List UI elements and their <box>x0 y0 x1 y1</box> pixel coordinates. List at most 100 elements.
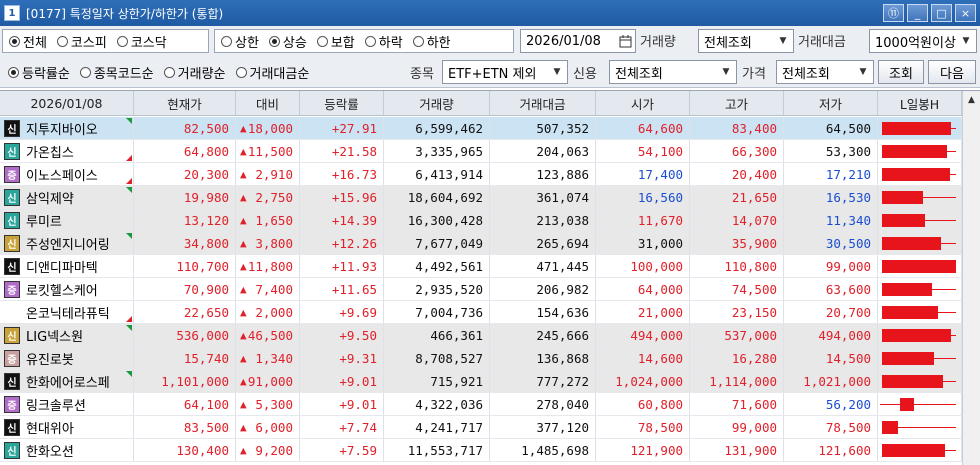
table-row[interactable]: 신 한화에어로스페 1,101,000 ▲ 91,000 +9.01 715,921 777,… <box>0 370 962 393</box>
stock-name-cell[interactable]: 온코닉테라퓨틱 <box>0 301 134 323</box>
credit-select[interactable]: 전체조회 ▼ <box>609 60 737 84</box>
daily-range-cell <box>878 209 962 231</box>
stock-name-cell[interactable]: 신 루미르 <box>0 209 134 231</box>
volume-select[interactable]: 전체조회 ▼ <box>698 29 794 53</box>
stock-name-cell[interactable]: 신 디앤디파마텍 <box>0 255 134 277</box>
column-header-1[interactable]: 현재가 <box>134 91 236 115</box>
stock-name-cell[interactable]: 증 로킷헬스케어 <box>0 278 134 300</box>
stock-name-cell[interactable]: 신 한화에어로스페 <box>0 370 134 392</box>
table-row[interactable]: 신 LIG넥스원 536,000 ▲ 46,500 +9.50 466,361 245,666… <box>0 324 962 347</box>
table-row[interactable]: 신 디앤디파마텍 110,700 ▲ 11,800 +11.93 4,492,561 471,… <box>0 255 962 278</box>
market-radio-2[interactable]: 코스닥 <box>116 32 167 51</box>
table-row[interactable]: 신 주성엔지니어링 34,800 ▲ 3,800 +12.26 7,677,049 265,6… <box>0 232 962 255</box>
column-header-8[interactable]: 저가 <box>784 91 878 115</box>
table-row[interactable]: 신 현대위아 83,500 ▲ 6,000 +7.74 4,241,717 377,120 78… <box>0 416 962 439</box>
radio-dot-icon[interactable] <box>268 35 280 47</box>
radio-dot-icon[interactable] <box>221 35 232 47</box>
stock-name-cell[interactable]: 증 유진로봇 <box>0 347 134 369</box>
column-header-4[interactable]: 거래량 <box>384 91 490 115</box>
radio-dot-icon[interactable] <box>116 35 128 47</box>
type-radio-1[interactable]: 상승 <box>268 32 307 51</box>
close-button[interactable]: × <box>955 4 976 22</box>
table-row[interactable]: 증 링크솔루션 64,100 ▲ 5,300 +9.01 4,322,036 278,040 6… <box>0 393 962 416</box>
open-cell: 494,000 <box>596 324 690 346</box>
search-button[interactable]: 조회 <box>878 60 924 84</box>
stock-name-cell[interactable]: 신 현대위아 <box>0 416 134 438</box>
chevron-down-icon[interactable]: ▼ <box>775 32 791 50</box>
stock-name: 지투지바이오 <box>26 122 98 138</box>
calendar-icon[interactable] <box>617 32 633 50</box>
table-row[interactable]: 신 삼익제약 19,980 ▲ 2,750 +15.96 18,604,692 361,074… <box>0 186 962 209</box>
market-radio-1[interactable]: 코스피 <box>56 32 107 51</box>
column-header-9[interactable]: L일봉H <box>878 91 962 115</box>
open-cell-value: 100,000 <box>630 258 683 274</box>
price-select[interactable]: 전체조회 ▼ <box>776 60 874 84</box>
link-icon[interactable]: ⑪ <box>883 4 904 22</box>
rate-cell: +11.93 <box>300 255 384 277</box>
rate-cell: +14.39 <box>300 209 384 231</box>
date-field[interactable]: 2026/01/08 <box>520 29 636 53</box>
column-header-6[interactable]: 시가 <box>596 91 690 115</box>
stock-name-cell[interactable]: 신 LIG넥스원 <box>0 324 134 346</box>
table-row[interactable]: 증 로킷헬스케어 70,900 ▲ 7,400 +11.65 2,935,520 206,98… <box>0 278 962 301</box>
volume-cell: 6,413,914 <box>384 163 490 185</box>
chevron-down-icon[interactable]: ▼ <box>855 63 871 81</box>
price-cell-value: 64,800 <box>183 143 229 159</box>
sort-radio-0[interactable]: 등락률순 <box>8 63 70 82</box>
table-row[interactable]: 신 한화오션 130,400 ▲ 9,200 +7.59 11,553,717 1,485,6… <box>0 439 962 462</box>
table-row[interactable]: 신 루미르 13,120 ▲ 1,650 +14.39 16,300,428 213,038 1… <box>0 209 962 232</box>
chevron-down-icon[interactable]: ▼ <box>958 32 974 50</box>
sort-radio-1[interactable]: 종목코드순 <box>79 63 154 82</box>
column-header-2[interactable]: 대비 <box>236 91 300 115</box>
radio-dot-icon[interactable] <box>412 35 424 47</box>
volume-cell-value: 6,413,914 <box>415 166 483 182</box>
maximize-button[interactable]: □ <box>931 4 952 22</box>
next-button[interactable]: 다음 <box>928 60 976 84</box>
column-header-0[interactable]: 2026/01/08 <box>0 91 134 115</box>
table-row[interactable]: 온코닉테라퓨틱 22,650 ▲ 2,000 +9.69 7,004,736 154,636… <box>0 301 962 324</box>
type-radio-3[interactable]: 하락 <box>364 32 403 51</box>
stock-name-cell[interactable]: 신 지투지바이오 <box>0 117 134 139</box>
table-row[interactable]: 신 지투지바이오 82,500 ▲ 18,000 +27.91 6,599,462 507,3… <box>0 117 962 140</box>
price-cell: 64,100 <box>134 393 236 415</box>
radio-dot-icon[interactable] <box>56 35 68 47</box>
type-radio-4[interactable]: 하한 <box>412 32 451 51</box>
stock-name-cell[interactable]: 증 이노스페이스 <box>0 163 134 185</box>
radio-dot-icon[interactable] <box>79 66 91 78</box>
sort-radio-3[interactable]: 거래대금순 <box>235 63 309 82</box>
radio-dot-icon[interactable] <box>235 66 247 78</box>
stock-name-cell[interactable]: 신 한화오션 <box>0 439 134 461</box>
stock-name-cell[interactable]: 신 주성엔지니어링 <box>0 232 134 254</box>
radio-dot-icon[interactable] <box>316 35 328 47</box>
rate-cell-value: +9.01 <box>339 396 377 412</box>
daily-range-cell <box>878 347 962 369</box>
table-row[interactable]: 증 이노스페이스 20,300 ▲ 2,910 +16.73 6,413,914 123,88… <box>0 163 962 186</box>
stock-name-cell[interactable]: 증 링크솔루션 <box>0 393 134 415</box>
amount-cell-value: 361,074 <box>536 189 589 205</box>
market-radio-0[interactable]: 전체 <box>9 32 47 51</box>
stock-name-cell[interactable]: 신 가온칩스 <box>0 140 134 162</box>
chevron-down-icon[interactable]: ▼ <box>718 63 734 81</box>
filter-row-2: 등락률순 종목코드순 거래량순 거래대금순 종목 ETF+ETN 제외 ▼ 신용 전체… <box>0 56 980 88</box>
radio-dot-icon[interactable] <box>163 66 175 78</box>
stock-name-cell[interactable]: 신 삼익제약 <box>0 186 134 208</box>
type-radio-2[interactable]: 보합 <box>316 32 355 51</box>
stock-select[interactable]: ETF+ETN 제외 ▼ <box>442 60 568 84</box>
table-row[interactable]: 증 유진로봇 15,740 ▲ 1,340 +9.31 8,708,527 136,868 14… <box>0 347 962 370</box>
scroll-up-icon[interactable]: ▲ <box>963 91 980 108</box>
column-header-3[interactable]: 등락률 <box>300 91 384 115</box>
minimize-button[interactable]: _ <box>907 4 928 22</box>
stock-name: 루미르 <box>26 214 62 230</box>
table-row[interactable]: 신 가온칩스 64,800 ▲ 11,500 +21.58 3,335,965 204,063… <box>0 140 962 163</box>
vertical-scrollbar[interactable]: ▲ <box>962 91 980 465</box>
radio-dot-icon[interactable] <box>364 35 376 47</box>
column-header-5[interactable]: 거래대금 <box>490 91 596 115</box>
amount-select[interactable]: 1000억원이상 ▼ <box>869 29 977 53</box>
type-radio-0[interactable]: 상한 <box>221 32 259 51</box>
radio-dot-icon[interactable] <box>8 66 19 78</box>
radio-dot-icon[interactable] <box>9 35 20 47</box>
sort-radio-2[interactable]: 거래량순 <box>163 63 226 82</box>
column-header-7[interactable]: 고가 <box>690 91 784 115</box>
price-select-value: 전체조회 <box>782 66 830 82</box>
chevron-down-icon[interactable]: ▼ <box>549 63 565 81</box>
